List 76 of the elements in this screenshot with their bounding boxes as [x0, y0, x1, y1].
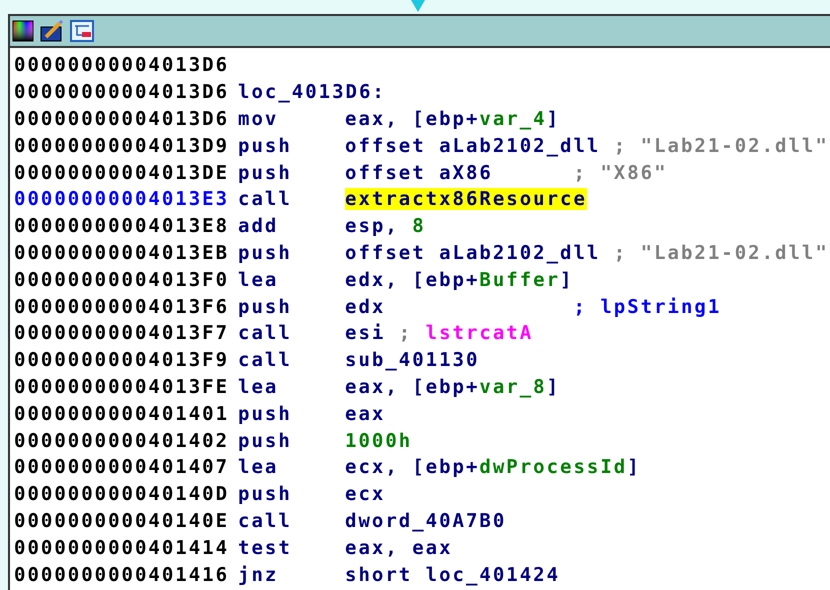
operand-text: ]	[560, 268, 574, 291]
highlighted-name: extractx86Resource	[345, 188, 587, 210]
address-text: 00000000004013D9	[14, 134, 230, 157]
operand-text: short loc_401424	[345, 564, 560, 586]
operand-text: eax, eax	[345, 536, 453, 559]
address-text: 0000000000401402	[14, 430, 230, 452]
address-text: 0000000000401416	[14, 564, 230, 586]
comment-text: ;	[398, 322, 414, 344]
mnemonic-text: push	[238, 242, 293, 264]
address-text: 00000000004013FE	[14, 376, 230, 398]
address-text: 00000000004013D6	[14, 108, 230, 130]
mnemonic-text: jnz	[238, 564, 280, 586]
pencil-icon[interactable]	[40, 20, 64, 42]
address-text: 000000000040140E	[14, 510, 230, 532]
mnemonic-text: add	[238, 215, 280, 238]
mnemonic-text: call	[238, 322, 293, 344]
variable-name: var_4	[479, 108, 547, 130]
variable-name: 1000h	[345, 430, 412, 452]
operand-text: eax, [ebp+	[345, 376, 480, 398]
address-text: 0000000000401401	[14, 402, 230, 425]
mnemonic-text: push	[238, 402, 293, 425]
mnemonic-text: lea	[238, 376, 280, 398]
operand-text: ]	[627, 456, 641, 478]
comment-text: ; lpString1	[573, 296, 722, 318]
mnemonic-text: lea	[238, 456, 280, 478]
mnemonic-text: call	[238, 188, 293, 210]
arrow-head-icon	[411, 0, 425, 12]
mnemonic-text: push	[238, 296, 293, 318]
comment-text: ; "Lab21-02.dll"	[614, 242, 829, 264]
operand-text: offset aLab2102_dll	[345, 134, 602, 157]
operand-text: offset aLab2102_dll	[345, 242, 602, 264]
label-text: loc_4013D6:	[238, 81, 386, 104]
mnemonic-text: mov	[238, 108, 280, 130]
operand-text: sub_401130	[345, 349, 480, 372]
address-text: 00000000004013D6	[14, 81, 230, 104]
mnemonic-text: push	[238, 483, 293, 506]
operand-text: edx, [ebp+	[345, 268, 480, 291]
address-text: 0000000000401407	[14, 456, 230, 478]
operand-text: eax	[345, 402, 386, 425]
address-text: 00000000004013F6	[14, 296, 230, 318]
address-text: 000000000040140D	[14, 483, 230, 506]
operand-text: ]	[546, 108, 560, 130]
address-text: 00000000004013F0	[14, 268, 230, 291]
mnemonic-text: test	[238, 536, 293, 559]
address-text: 00000000004013DE	[14, 162, 230, 184]
address-text: 00000000004013E8	[14, 215, 230, 238]
address-text: 00000000004013F7	[14, 322, 230, 344]
variable-name: 8	[412, 215, 426, 238]
address-text: 00000000004013F9	[14, 349, 230, 372]
variable-name: dwProcessId	[479, 456, 628, 478]
operand-text: dword_40A7B0	[345, 510, 506, 532]
operand-text: offset aX86	[345, 162, 494, 184]
mnemonic-text: lea	[238, 268, 280, 291]
address-text: 00000000004013E3	[14, 188, 230, 210]
color-palette-icon[interactable]	[12, 20, 34, 42]
mnemonic-text: push	[238, 134, 293, 157]
operand-text: esi	[345, 322, 386, 344]
operand-text: ecx	[345, 483, 386, 506]
variable-name: var_8	[479, 376, 547, 398]
comment-text: ; "X86"	[573, 162, 668, 184]
graph-view-icon[interactable]	[70, 20, 94, 42]
variable-name: Buffer	[479, 268, 560, 291]
mnemonic-text: call	[238, 349, 293, 372]
operand-text: eax, [ebp+	[345, 108, 480, 130]
mnemonic-text: push	[238, 430, 293, 452]
import-name: lstrcatA	[426, 322, 534, 344]
mnemonic-text: call	[238, 510, 293, 532]
address-text: 00000000004013D6	[14, 54, 230, 76]
address-text: 00000000004013EB	[14, 242, 230, 264]
operand-text: ecx, [ebp+	[345, 456, 480, 478]
address-text: 0000000000401414	[14, 536, 230, 559]
mnemonic-text: push	[238, 162, 293, 184]
comment-text: ; "Lab21-02.dll"	[614, 134, 829, 157]
operand-text: esp,	[345, 215, 400, 238]
operand-text: ]	[546, 376, 560, 398]
operand-text: edx	[345, 296, 386, 318]
